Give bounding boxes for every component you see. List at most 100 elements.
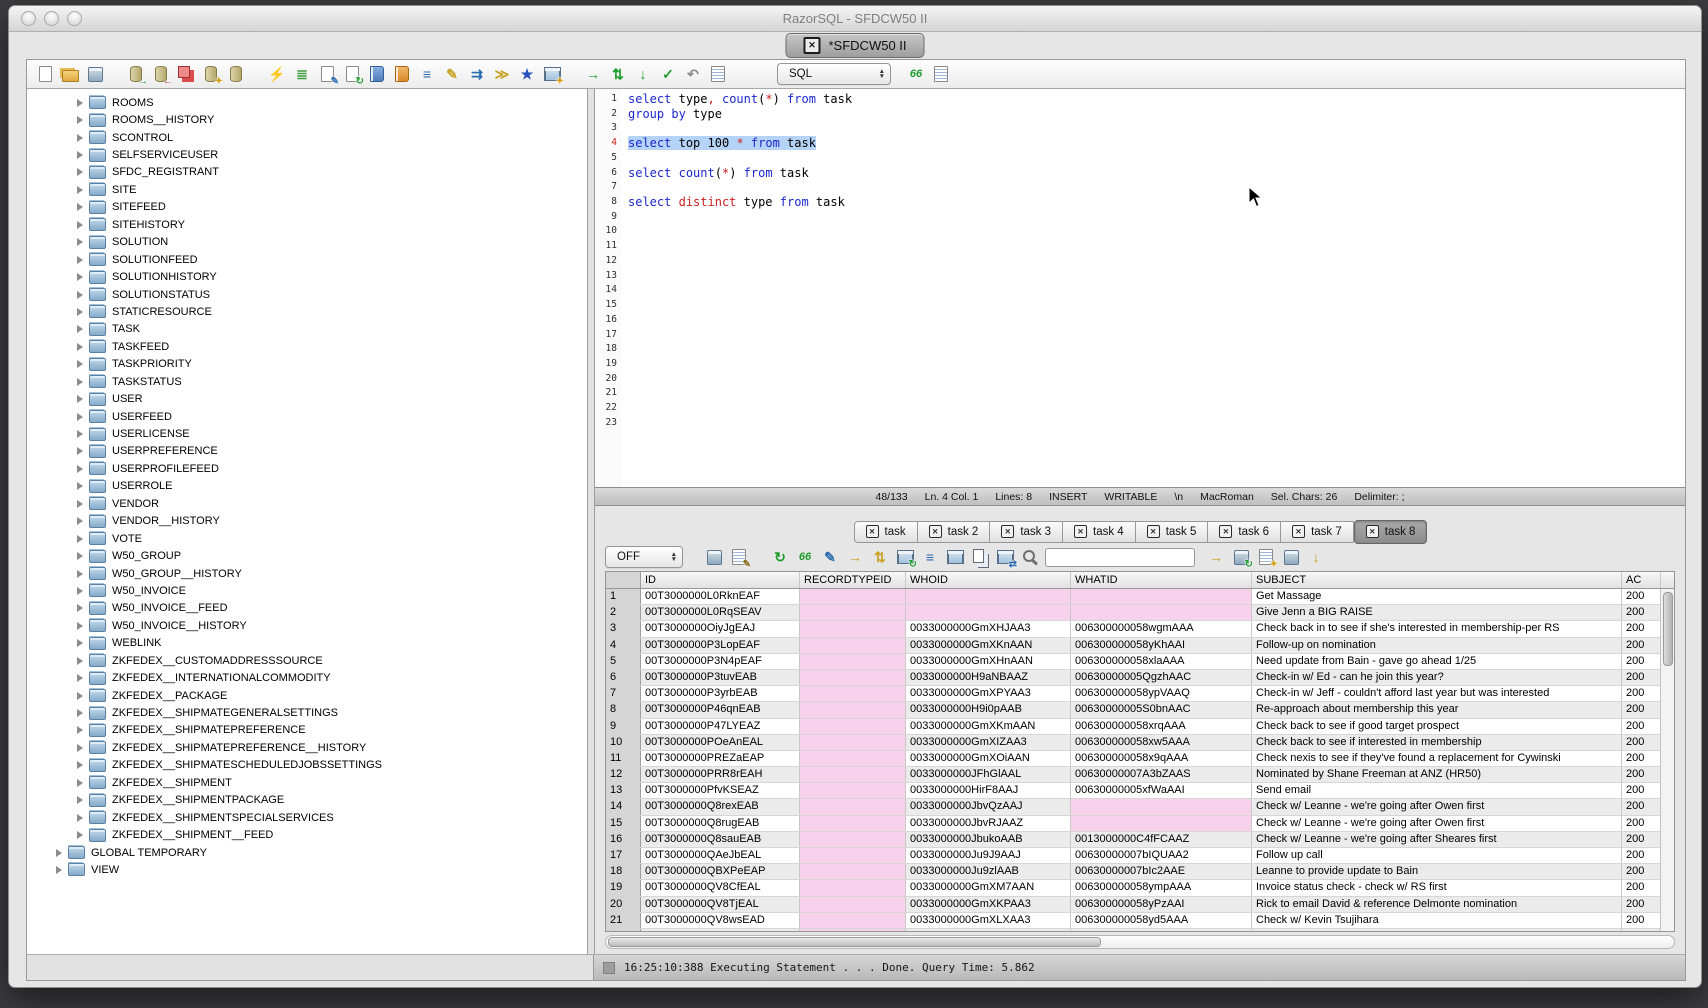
tree-item-userlicense[interactable]: USERLICENSE [27, 425, 587, 442]
close-all-connections-icon[interactable] [176, 64, 196, 84]
results-search-input[interactable] [1045, 548, 1195, 567]
table-cell[interactable]: 0033000000Ju9J9AAJ [906, 848, 1071, 863]
table-row[interactable]: 400T3000000P3LopEAF0033000000GmXKnAAN006… [606, 638, 1674, 654]
tab-close-icon[interactable]: ✕ [1001, 525, 1014, 538]
result-tab-task-2[interactable]: ✕task 2 [918, 521, 991, 543]
expand-triangle-icon[interactable] [77, 325, 83, 333]
table-cell[interactable]: 00T3000000QV8wsEAD [641, 913, 800, 928]
expand-triangle-icon[interactable] [77, 308, 83, 316]
expand-triangle-icon[interactable] [77, 395, 83, 403]
tree-item-zkfedex-customaddresssource[interactable]: ZKFEDEX__CUSTOMADDRESSSOURCE [27, 652, 587, 669]
table-cell[interactable]: 200 [1622, 767, 1661, 782]
table-cell[interactable]: 00T3000000PRR8rEAH [641, 767, 800, 782]
edit-cell-icon[interactable]: ✎ [820, 547, 840, 567]
tree-item-view[interactable]: VIEW [27, 861, 587, 878]
table-cell[interactable]: 0033000000GmXIZAA3 [906, 735, 1071, 750]
table-cell[interactable] [800, 799, 906, 814]
table-cell[interactable]: 0033000000JbvRJAAZ [906, 816, 1071, 831]
table-cell[interactable]: 00T3000000QV9FaEAL [641, 929, 800, 931]
table-cell[interactable] [800, 832, 906, 847]
expand-triangle-icon[interactable] [77, 814, 83, 822]
table-row[interactable]: 1300T3000000PfvKSEAZ0033000000HirF8AAJ00… [606, 783, 1674, 799]
table-cell[interactable]: 00T3000000QV8TjEAL [641, 897, 800, 912]
table-row[interactable]: 1100T3000000PREZaEAP0033000000GmXOiAAN00… [606, 751, 1674, 767]
table-cell[interactable]: 0033000000GmXKPAA3 [906, 897, 1071, 912]
tree-item-sitefeed[interactable]: SITEFEED [27, 199, 587, 216]
tab-close-icon[interactable]: ✕ [1292, 525, 1305, 538]
row-limit-select[interactable]: OFF ▲▼ [605, 546, 683, 568]
expand-triangle-icon[interactable] [77, 151, 83, 159]
tree-item-taskfeed[interactable]: TASKFEED [27, 338, 587, 355]
table-row[interactable]: 100T3000000L0RknEAFGet Massage200 [606, 589, 1674, 605]
document-tab[interactable]: ✕ *SFDCW50 II [785, 33, 924, 58]
split-divider[interactable] [587, 89, 595, 954]
table-cell[interactable]: 0033000000GmXOiAAN [906, 751, 1071, 766]
table-cell[interactable]: 200 [1622, 621, 1661, 636]
tab-close-icon[interactable]: ✕ [1074, 525, 1087, 538]
table-cell[interactable]: 200 [1622, 751, 1661, 766]
tree-item-zkfedex-internationalcommodity[interactable]: ZKFEDEX__INTERNATIONALCOMMODITY [27, 669, 587, 686]
table-cell[interactable]: Check nexis to see if they've found a re… [1252, 751, 1622, 766]
table-cell[interactable]: 006300000058xrqAAA [1071, 719, 1252, 734]
expand-triangle-icon[interactable] [77, 343, 83, 351]
expand-triangle-icon[interactable] [77, 447, 83, 455]
generate-script-icon[interactable]: ✦ [1256, 547, 1276, 567]
table-cell[interactable]: 0033000000JFhGlAAL [906, 767, 1071, 782]
column-header-subject[interactable]: SUBJECT [1252, 572, 1622, 588]
column-header-id[interactable]: ID [641, 572, 800, 588]
table-cell[interactable] [800, 654, 906, 669]
table-cell[interactable]: 0033000000GmXM7AAN [906, 880, 1071, 895]
execute-select-icon[interactable]: ≣ [292, 64, 312, 84]
table-cell[interactable] [1071, 816, 1252, 831]
table-cell[interactable]: 0033000000JbukoAAB [906, 832, 1071, 847]
column-header-whatid[interactable]: WHATID [1071, 572, 1252, 588]
table-cell[interactable] [1071, 589, 1252, 604]
table-cell[interactable]: 0033000000Ju9zlAAB [906, 864, 1071, 879]
table-cell[interactable]: 00T3000000P3N4pEAF [641, 654, 800, 669]
expand-triangle-icon[interactable] [56, 849, 62, 857]
table-row[interactable]: 1600T3000000Q8sauEAB0033000000JbukoAAB00… [606, 832, 1674, 848]
expand-triangle-icon[interactable] [77, 134, 83, 142]
table-cell[interactable]: 006300000058yd5AAA [1071, 913, 1252, 928]
table-cell[interactable]: 200 [1622, 913, 1661, 928]
expand-triangle-icon[interactable] [77, 587, 83, 595]
table-cell[interactable]: Check back to see if good target prospec… [1252, 719, 1622, 734]
table-cell[interactable]: 00T3000000P3yrbEAB [641, 686, 800, 701]
result-tab-task[interactable]: ✕task [854, 521, 918, 543]
table-cell[interactable]: 00630000005QgzhAAC [1071, 670, 1252, 685]
table-cell[interactable]: 00T3000000OiyJgEAJ [641, 621, 800, 636]
sql-editor[interactable]: 1234567891011121314151617181920212223 se… [595, 89, 1685, 487]
table-row[interactable]: 500T3000000P3N4pEAF0033000000GmXHnAAN006… [606, 654, 1674, 670]
table-cell[interactable]: 006300000058x9qAAA [1071, 751, 1252, 766]
tab-close-icon[interactable]: ✕ [929, 525, 942, 538]
expand-triangle-icon[interactable] [77, 273, 83, 281]
table-cell[interactable]: 00T3000000P3LopEAF [641, 638, 800, 653]
table-cell[interactable]: Check-in w/ Jeff - couldn't afford last … [1252, 686, 1622, 701]
tree-item-sfdc-registrant[interactable]: SFDC_REGISTRANT [27, 164, 587, 181]
new-connection-icon[interactable]: ✦ [201, 64, 221, 84]
tree-item-zkfedex-shipmatepreference[interactable]: ZKFEDEX__SHIPMATEPREFERENCE [27, 722, 587, 739]
sort-rows-icon[interactable]: ⇅ [870, 547, 890, 567]
download-icon[interactable]: ↓ [1306, 547, 1326, 567]
horizontal-scrollbar[interactable] [605, 935, 1675, 949]
table-row[interactable]: 2200T3000000QV9FaEAL0033000000GmXMDAA300… [606, 929, 1674, 931]
table-row[interactable]: 900T3000000P47LYEAZ0033000000GmXKmAAN006… [606, 719, 1674, 735]
table-cell[interactable]: 0033000000H9i0pAAB [906, 702, 1071, 717]
tree-item-global-temporary[interactable]: GLOBAL TEMPORARY [27, 844, 587, 861]
database-icon[interactable] [226, 64, 246, 84]
tree-item-userrole[interactable]: USERROLE [27, 478, 587, 495]
table-row[interactable]: 800T3000000P46qnEAB0033000000H9i0pAAB006… [606, 702, 1674, 718]
expand-triangle-icon[interactable] [77, 203, 83, 211]
copy-rows-icon[interactable] [970, 547, 990, 567]
expand-triangle-icon[interactable] [77, 221, 83, 229]
log-list-icon[interactable] [931, 64, 951, 84]
tree-item-rooms-history[interactable]: ROOMS__HISTORY [27, 111, 587, 128]
table-cell[interactable]: 200 [1622, 783, 1661, 798]
swap-icon[interactable]: ⇅ [608, 64, 628, 84]
copy-page-icon[interactable] [708, 64, 728, 84]
table-cell[interactable] [800, 864, 906, 879]
tree-item-site[interactable]: SITE [27, 181, 587, 198]
expand-triangle-icon[interactable] [77, 779, 83, 787]
table-cell[interactable]: Check w/ Kevin Tsujihara [1252, 913, 1622, 928]
editor-code-area[interactable]: select type, count(*) from taskgroup by … [621, 89, 1685, 487]
